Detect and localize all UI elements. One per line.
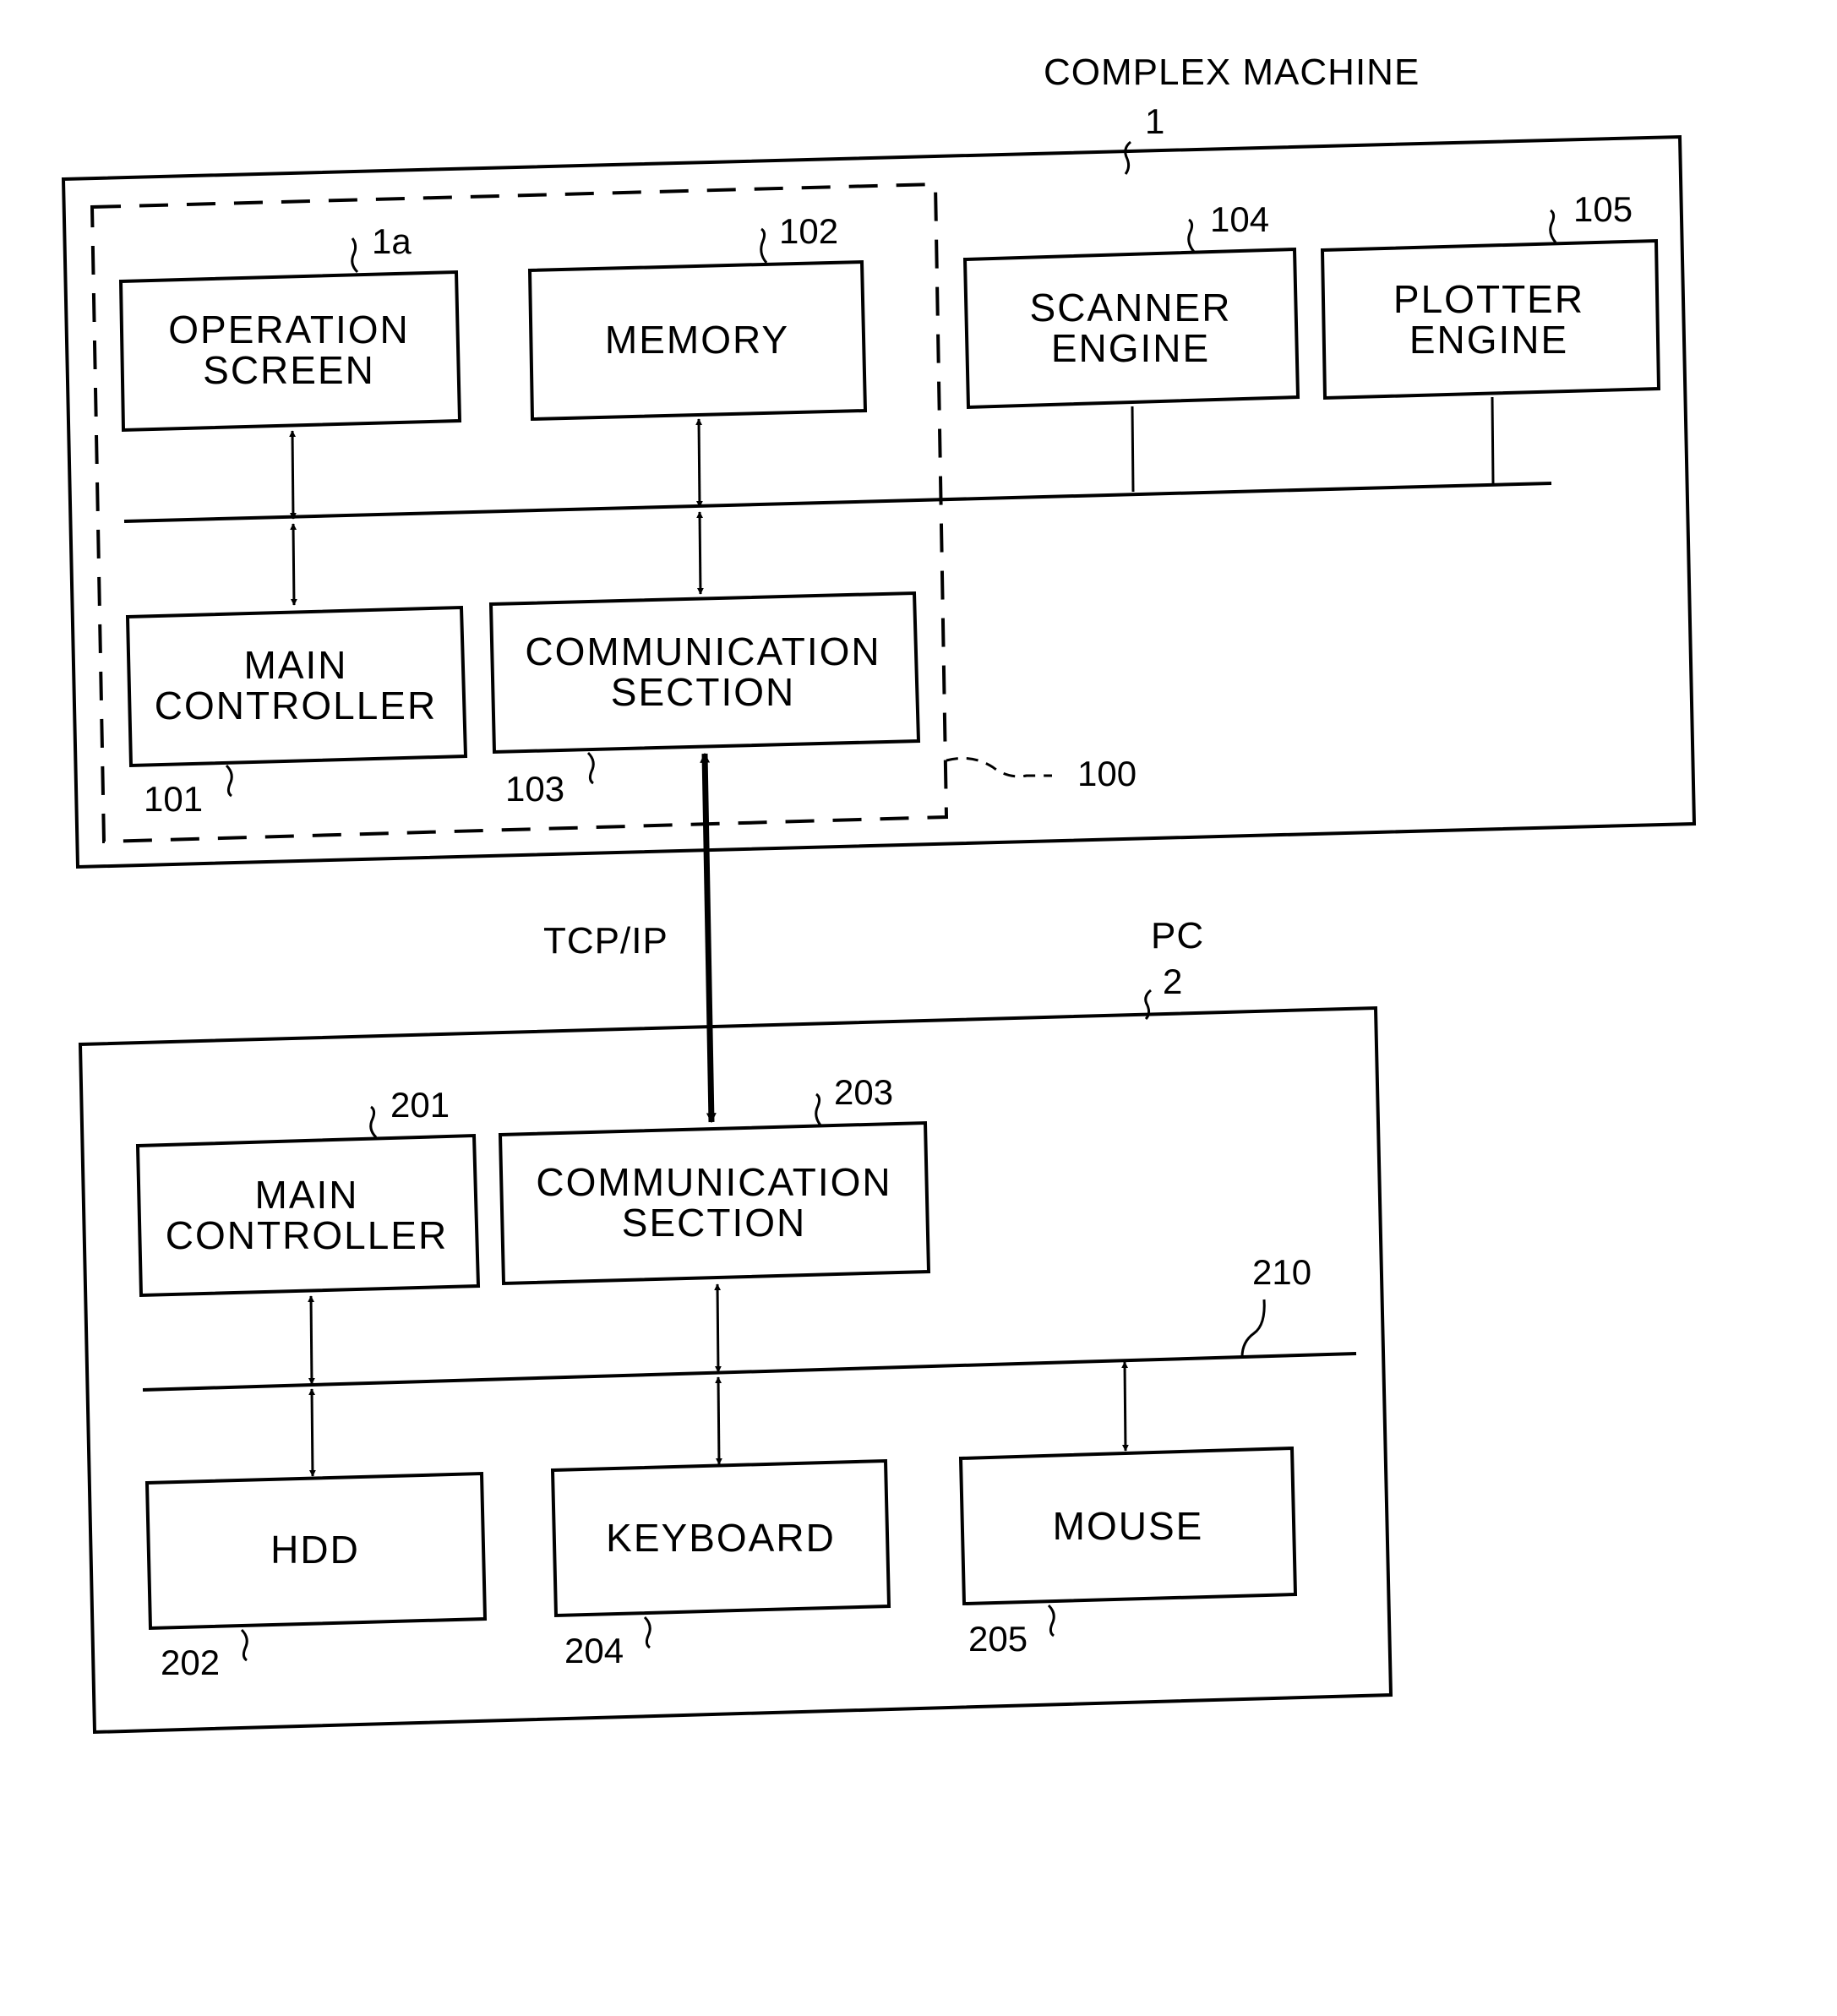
block-diagram: COMPLEX MACHINE 1 100 OPERATION SCREEN 1… — [61, 52, 1697, 1735]
leader-line-204 — [643, 1616, 651, 1649]
pc-communication-section-ref: 203 — [834, 1072, 893, 1112]
plotter-bus-connector — [1491, 396, 1495, 484]
communication-section-label-line2: SECTION — [611, 670, 795, 714]
pc-bus-ref: 210 — [1252, 1252, 1311, 1292]
mouse-ref: 205 — [968, 1619, 1028, 1659]
scanner-engine-block: SCANNER ENGINE — [962, 247, 1300, 410]
plotter-engine-label-line2: ENGINE — [1409, 318, 1568, 362]
operation-screen-ref: 1a — [372, 221, 412, 261]
communication-section-block: COMMUNICATION SECTION — [488, 591, 921, 755]
leader-line-103 — [586, 751, 595, 785]
pc-bus — [142, 1352, 1357, 1392]
communication-section-label-line1: COMMUNICATION — [525, 629, 880, 673]
controller-group-ref: 100 — [1077, 754, 1137, 793]
pc-title: PC — [1151, 915, 1204, 956]
mouse-label: MOUSE — [1053, 1504, 1204, 1548]
keyboard-ref: 204 — [564, 1631, 624, 1670]
hdd-ref: 202 — [161, 1643, 220, 1682]
leader-line-202 — [240, 1628, 248, 1662]
tcp-ip-label: TCP/IP — [543, 920, 668, 962]
arrow-pc-bus-hdd — [308, 1388, 316, 1477]
main-controller-label-line1: MAIN — [244, 643, 348, 687]
arrow-pc-bus-mouse — [1121, 1361, 1129, 1452]
arrow-pc-communication-section-bus — [714, 1283, 722, 1373]
main-controller-block: MAIN CONTROLLER — [125, 605, 468, 768]
scanner-engine-label-line2: ENGINE — [1051, 326, 1210, 370]
leader-line-102 — [760, 227, 768, 264]
leader-line-210 — [1240, 1299, 1266, 1358]
scanner-bus-connector — [1131, 406, 1135, 493]
main-controller-ref: 101 — [144, 779, 203, 819]
main-controller-label-line2: CONTROLLER — [155, 684, 437, 727]
memory-ref: 102 — [779, 211, 838, 251]
memory-label: MEMORY — [605, 318, 789, 362]
pc-ref: 2 — [1163, 962, 1182, 1001]
operation-screen-label-line1: OPERATION — [168, 308, 410, 351]
operation-screen-block: OPERATION SCREEN — [118, 270, 462, 433]
scanner-engine-ref: 104 — [1210, 199, 1269, 239]
plotter-engine-ref: 105 — [1573, 189, 1633, 229]
hdd-block: HDD — [144, 1471, 488, 1631]
pc-communication-section-label-line1: COMMUNICATION — [536, 1160, 891, 1204]
pc-main-controller-label-line1: MAIN — [255, 1173, 359, 1217]
leader-line-104 — [1187, 218, 1196, 253]
leader-line-203 — [815, 1092, 823, 1127]
pc-main-controller-label-line2: CONTROLLER — [166, 1213, 448, 1257]
leader-line-100 — [946, 756, 1052, 778]
leader-line-201 — [369, 1105, 378, 1139]
arrow-pc-bus-keyboard — [715, 1376, 722, 1465]
pc-communication-section-block: COMMUNICATION SECTION — [498, 1120, 931, 1286]
leader-line-205 — [1047, 1604, 1055, 1637]
plotter-engine-block: PLOTTER ENGINE — [1320, 238, 1661, 400]
pc-main-controller-block: MAIN CONTROLLER — [135, 1133, 481, 1298]
memory-block: MEMORY — [527, 259, 868, 422]
tcp-ip-link-arrow — [700, 752, 717, 1124]
arrow-pc-main-controller-bus — [308, 1295, 315, 1385]
complex-machine-title: COMPLEX MACHINE — [1044, 52, 1420, 93]
hdd-label: HDD — [270, 1528, 360, 1572]
arrow-memory-bus — [695, 418, 703, 508]
pc-main-controller-ref: 201 — [390, 1085, 450, 1125]
arrow-bus-main-controller — [290, 523, 297, 606]
keyboard-block: KEYBOARD — [550, 1458, 891, 1618]
leader-line-1a — [351, 237, 359, 274]
keyboard-label: KEYBOARD — [606, 1516, 836, 1560]
mouse-block: MOUSE — [958, 1446, 1298, 1606]
scanner-engine-label-line1: SCANNER — [1030, 286, 1232, 330]
complex-machine-ref: 1 — [1145, 101, 1164, 141]
pc-communication-section-label-line2: SECTION — [622, 1201, 806, 1245]
arrow-operation-screen-bus — [289, 430, 297, 520]
leader-line-1 — [1124, 140, 1131, 175]
plotter-engine-label-line1: PLOTTER — [1393, 277, 1584, 321]
leader-line-105 — [1549, 209, 1557, 243]
communication-section-ref: 103 — [505, 769, 564, 809]
complex-machine-bus — [123, 482, 1552, 523]
leader-line-101 — [225, 764, 233, 798]
operation-screen-label-line2: SCREEN — [203, 348, 375, 392]
